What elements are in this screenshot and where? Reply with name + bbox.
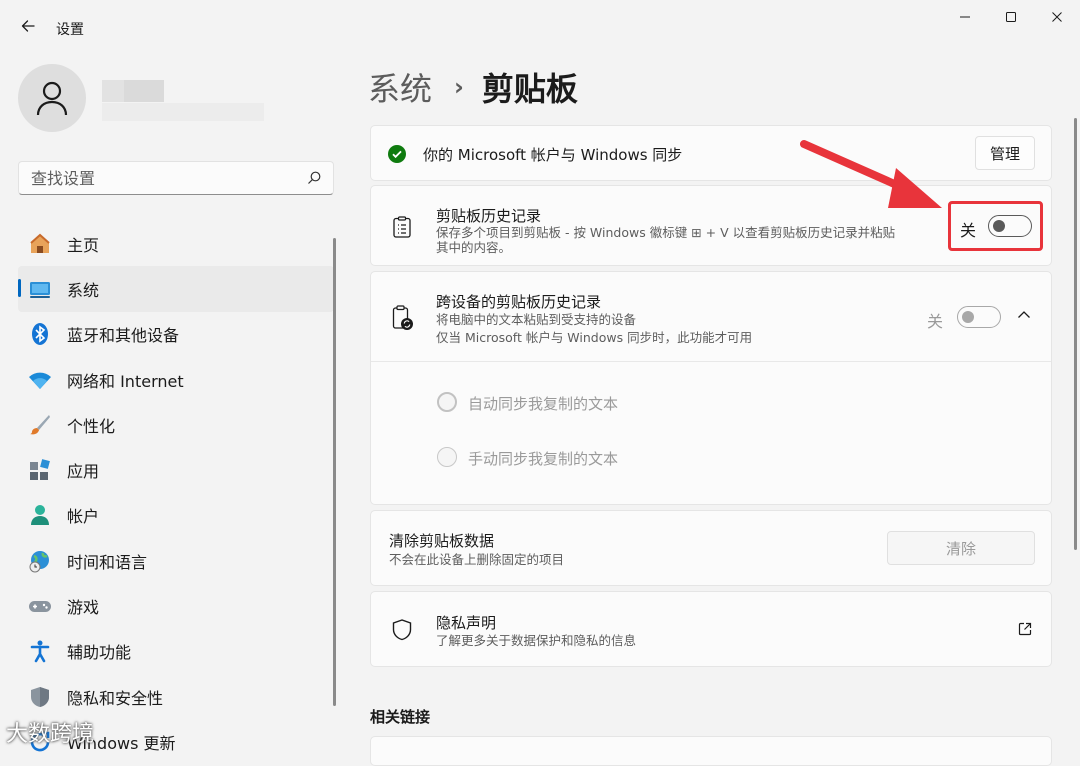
- desc-line: 其中的内容。: [436, 240, 512, 255]
- clear-clipboard-card: 清除剪贴板数据 不会在此设备上删除固定的项目 清除: [370, 510, 1052, 586]
- gamepad-icon: [28, 594, 52, 618]
- sidebar-item-home[interactable]: 主页: [18, 221, 334, 266]
- back-arrow-icon: [21, 20, 35, 32]
- close-icon: [1052, 12, 1062, 22]
- sidebar-nav: 主页 系统 蓝牙和其他设备 网络和 Internet 个性化 应用 帐户 时间和…: [18, 221, 334, 765]
- sidebar-item-gaming[interactable]: 游戏: [18, 583, 334, 628]
- chevron-up-icon[interactable]: [1017, 310, 1031, 320]
- sidebar-item-label: 主页: [67, 235, 100, 255]
- minimize-icon: [960, 16, 970, 18]
- breadcrumb-separator: ›: [454, 73, 464, 101]
- sidebar-item-network[interactable]: 网络和 Internet: [18, 357, 334, 402]
- sidebar-item-label: 应用: [67, 462, 100, 482]
- account-icon: [28, 503, 52, 527]
- sidebar-item-system[interactable]: 系统: [18, 266, 334, 312]
- clipboard-history-desc: 保存多个项目到剪贴板 - 按 Windows 徽标键 ⊞ + V 以查看剪贴板历…: [436, 225, 895, 255]
- avatar[interactable]: [18, 64, 86, 132]
- minimize-button[interactable]: [942, 6, 988, 28]
- cross-device-card: 跨设备的剪贴板历史记录 将电脑中的文本粘贴到受支持的设备 仅当 Microsof…: [370, 271, 1052, 505]
- back-button[interactable]: [16, 14, 40, 38]
- clear-clipboard-title: 清除剪贴板数据: [389, 532, 495, 550]
- sidebar-item-accounts[interactable]: 帐户: [18, 493, 334, 538]
- person-icon: [36, 81, 68, 116]
- sidebar-item-label: 辅助功能: [67, 643, 132, 663]
- clear-clipboard-desc: 不会在此设备上删除固定的项目: [389, 552, 565, 567]
- related-links-card: [370, 736, 1052, 766]
- sidebar-scrollbar[interactable]: [333, 238, 336, 706]
- sidebar-item-personalization[interactable]: 个性化: [18, 402, 334, 447]
- sidebar-item-apps[interactable]: 应用: [18, 447, 334, 492]
- related-links-heading: 相关链接: [370, 708, 431, 726]
- manual-sync-radio[interactable]: [437, 447, 457, 467]
- cross-device-desc: 将电脑中的文本粘贴到受支持的设备 仅当 Microsoft 帐户与 Window…: [436, 311, 752, 347]
- search-icon[interactable]: [307, 171, 321, 185]
- user-email-redacted: [102, 103, 264, 121]
- watermark: 大数跨境: [6, 722, 95, 747]
- maximize-icon: [1006, 12, 1016, 22]
- check-circle-icon: [388, 145, 406, 163]
- external-link-icon[interactable]: [1018, 622, 1032, 636]
- clear-button[interactable]: 清除: [887, 531, 1035, 565]
- system-icon: [28, 277, 52, 301]
- toggle-knob: [993, 219, 1005, 232]
- desc-line: 将电脑中的文本粘贴到受支持的设备: [436, 312, 637, 327]
- sidebar-item-accessibility[interactable]: 辅助功能: [18, 629, 334, 674]
- sidebar-item-label: 游戏: [67, 598, 100, 618]
- close-button[interactable]: [1034, 6, 1080, 28]
- shield-icon: [28, 685, 52, 709]
- sidebar-item-time-language[interactable]: 时间和语言: [18, 538, 334, 583]
- clipboard-history-toggle[interactable]: [988, 215, 1032, 237]
- toggle-state-label: 关: [960, 221, 977, 240]
- bluetooth-icon: [28, 322, 52, 346]
- sync-status-card: 你的 Microsoft 帐户与 Windows 同步 管理: [370, 125, 1052, 181]
- clipboard-list-icon: [393, 216, 411, 238]
- auto-sync-label: 自动同步我复制的文本: [468, 395, 619, 413]
- manual-sync-label: 手动同步我复制的文本: [468, 450, 619, 468]
- app-title: 设置: [56, 22, 84, 38]
- brush-icon: [28, 413, 52, 437]
- privacy-statement-card[interactable]: 隐私声明 了解更多关于数据保护和隐私的信息: [370, 591, 1052, 667]
- annotation-arrow-icon: [800, 140, 942, 208]
- sidebar-item-privacy[interactable]: 隐私和安全性: [18, 674, 334, 719]
- toggle-state-label: 关: [927, 312, 944, 331]
- apps-icon: [28, 458, 52, 482]
- settings-search[interactable]: [18, 161, 334, 195]
- divider: [371, 361, 1051, 362]
- toggle-knob: [962, 310, 974, 323]
- search-input[interactable]: [29, 168, 303, 189]
- accessibility-icon: [28, 639, 52, 663]
- sidebar-item-bluetooth[interactable]: 蓝牙和其他设备: [18, 312, 334, 357]
- breadcrumb: 系统 › 剪贴板: [368, 64, 578, 110]
- privacy-title: 隐私声明: [436, 614, 497, 632]
- main-scrollbar[interactable]: [1074, 118, 1077, 550]
- title-bar: 设置: [0, 0, 1080, 56]
- globe-clock-icon: [28, 549, 52, 573]
- cross-device-title: 跨设备的剪贴板历史记录: [436, 293, 602, 311]
- sidebar-item-label: 帐户: [67, 507, 100, 527]
- sidebar-item-label: 系统: [67, 280, 100, 300]
- sidebar-item-label: 时间和语言: [67, 552, 148, 572]
- desc-line: 仅当 Microsoft 帐户与 Windows 同步时，此功能才可用: [436, 330, 753, 345]
- sidebar-item-label: 网络和 Internet: [67, 371, 184, 391]
- user-name-redacted-b: [124, 80, 164, 102]
- clipboard-history-card: 剪贴板历史记录 保存多个项目到剪贴板 - 按 Windows 徽标键 ⊞ + V…: [370, 185, 1052, 266]
- cross-device-toggle[interactable]: [957, 306, 1001, 328]
- sync-status-text: 你的 Microsoft 帐户与 Windows 同步: [423, 146, 683, 164]
- maximize-button[interactable]: [988, 6, 1034, 28]
- desc-line: 保存多个项目到剪贴板 - 按 Windows 徽标键 ⊞ + V 以查看剪贴板历…: [436, 225, 896, 240]
- auto-sync-radio[interactable]: [437, 392, 457, 412]
- privacy-desc: 了解更多关于数据保护和隐私的信息: [436, 633, 637, 648]
- clipboard-sync-icon: [392, 305, 413, 330]
- manage-button[interactable]: 管理: [975, 136, 1035, 170]
- home-icon: [28, 232, 52, 256]
- wifi-icon: [28, 368, 52, 392]
- page-title: 剪贴板: [481, 70, 578, 108]
- shield-outline-icon: [392, 619, 412, 641]
- clipboard-history-title: 剪贴板历史记录: [436, 207, 542, 225]
- breadcrumb-parent[interactable]: 系统: [368, 64, 432, 110]
- sidebar-item-label: 个性化: [67, 416, 116, 436]
- sidebar-item-label: 隐私和安全性: [67, 688, 164, 708]
- sidebar-item-label: 蓝牙和其他设备: [67, 326, 180, 346]
